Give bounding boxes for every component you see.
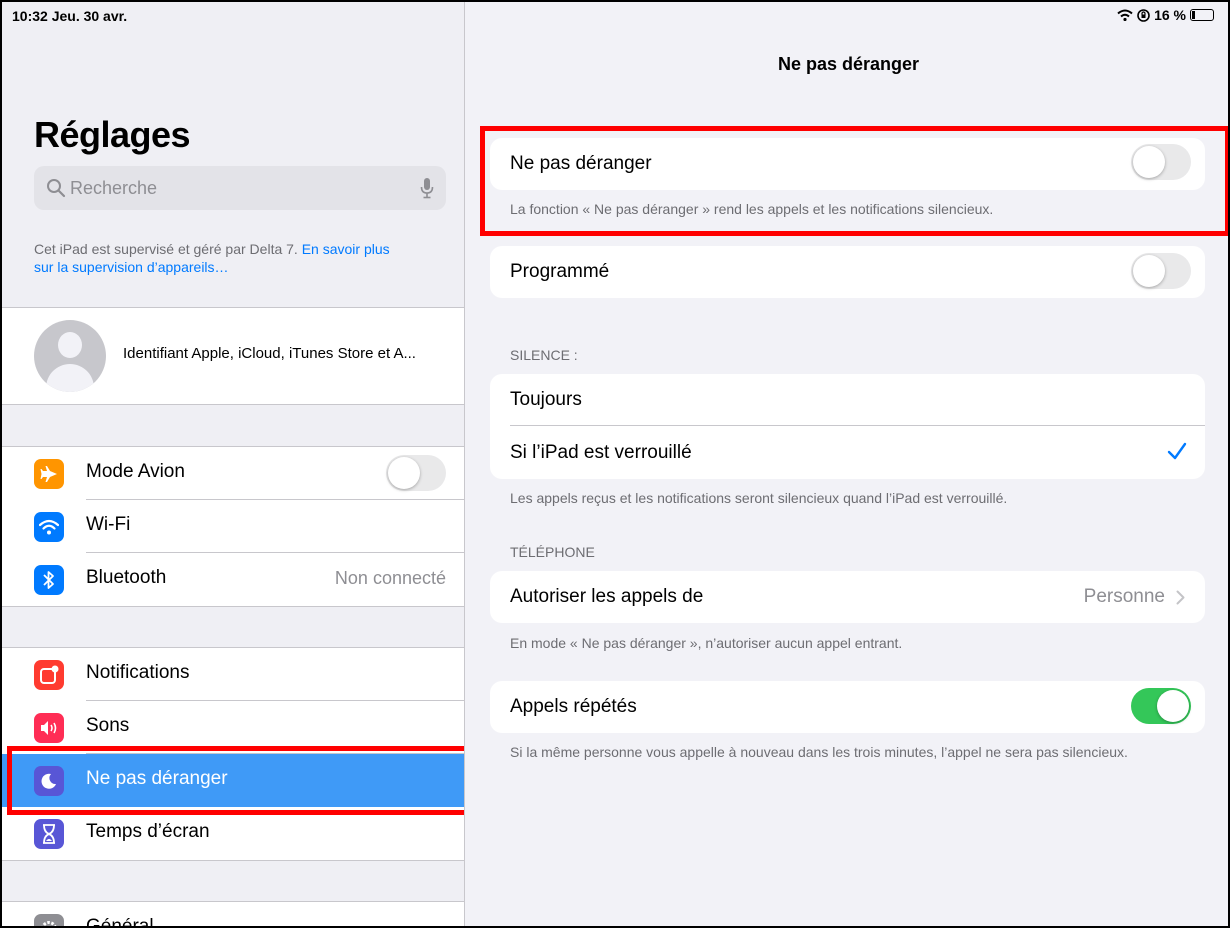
supervision-link[interactable]: En savoir plus — [302, 241, 390, 257]
repeated-calls-row[interactable]: Appels répétés — [490, 681, 1205, 733]
bluetooth-status: Non connecté — [334, 568, 446, 588]
wifi-status-icon — [1117, 9, 1133, 21]
allow-calls-label: Autoriser les appels de — [510, 586, 704, 607]
repeated-calls-toggle[interactable] — [1131, 688, 1191, 724]
bluetooth-icon — [34, 565, 64, 595]
microphone-icon[interactable] — [420, 177, 434, 199]
silence-locked-label: Si l’iPad est verrouillé — [510, 442, 692, 463]
silence-locked-row[interactable]: Si l’iPad est verrouillé — [490, 427, 1205, 479]
orientation-lock-icon — [1137, 8, 1150, 22]
highlight-box-dnd — [480, 126, 1228, 236]
search-icon — [47, 179, 66, 198]
search-placeholder: Recherche — [70, 178, 158, 198]
status-time: 10:32 Jeu. 30 avr. — [12, 8, 128, 24]
allow-calls-note: En mode « Ne pas déranger », n’autoriser… — [510, 635, 903, 651]
connectivity-group: Mode Avion Wi-Fi Bluetooth Non connecté — [2, 446, 464, 607]
sidebar-item-label: Wi-Fi — [86, 514, 131, 535]
sidebar-item-label: Mode Avion — [86, 461, 185, 482]
detail-pane: 16 % Ne pas déranger Ne pas déranger La … — [465, 2, 1228, 926]
battery-icon — [1190, 9, 1214, 21]
scheduled-label: Programmé — [510, 261, 610, 282]
silence-always-label: Toujours — [510, 389, 582, 410]
repeated-note: Si la même personne vous appelle à nouve… — [510, 744, 1128, 760]
apple-id-account-row[interactable]: Identifiant Apple, iCloud, iTunes Store … — [2, 307, 464, 405]
sidebar-item-bluetooth[interactable]: Bluetooth Non connecté — [2, 553, 464, 606]
highlight-box-sidebar — [7, 746, 464, 815]
checkmark-icon — [1167, 442, 1187, 460]
sidebar-item-label: Sons — [86, 715, 130, 736]
battery-percent: 16 % — [1154, 7, 1186, 23]
sidebar-item-general[interactable]: Général — [2, 902, 464, 928]
scheduled-card: Programmé — [490, 246, 1205, 298]
sidebar-item-wifi[interactable]: Wi-Fi — [2, 500, 464, 553]
settings-sidebar: 10:32 Jeu. 30 avr. Réglages Recherche Ce… — [2, 2, 465, 928]
phone-card: Autoriser les appels de Personne — [490, 571, 1205, 623]
scheduled-toggle[interactable] — [1131, 253, 1191, 289]
supervision-note: Cet iPad est supervisé et géré par Delta… — [34, 240, 454, 276]
notifications-icon — [34, 660, 64, 690]
supervision-link-continued[interactable]: sur la supervision d’appareils… — [34, 259, 229, 275]
sidebar-item-label: Temps d’écran — [86, 821, 210, 842]
search-field[interactable]: Recherche — [34, 166, 446, 210]
hourglass-icon — [34, 819, 64, 849]
silence-card: Toujours Si l’iPad est verrouillé — [490, 374, 1205, 479]
avatar — [34, 320, 106, 392]
general-group: Général — [2, 901, 464, 928]
repeated-card: Appels répétés — [490, 681, 1205, 733]
scheduled-row[interactable]: Programmé — [490, 246, 1205, 298]
sidebar-item-label: Notifications — [86, 662, 190, 683]
sidebar-item-notifications[interactable]: Notifications — [2, 648, 464, 701]
repeated-label: Appels répétés — [510, 696, 637, 717]
chevron-right-icon — [1176, 590, 1185, 605]
sidebar-item-label: Bluetooth — [86, 567, 167, 588]
wifi-icon — [34, 512, 64, 542]
silence-note: Les appels reçus et les notifications se… — [510, 490, 1008, 506]
status-indicators: 16 % — [1117, 7, 1214, 23]
airplane-mode-toggle[interactable] — [386, 455, 446, 491]
sidebar-title: Réglages — [34, 114, 191, 155]
sidebar-item-label: Général — [86, 916, 154, 928]
sound-icon — [34, 713, 64, 743]
supervision-text: Cet iPad est supervisé et géré par Delta… — [34, 241, 302, 257]
ipad-screen: 10:32 Jeu. 30 avr. Réglages Recherche Ce… — [0, 0, 1230, 928]
silence-header: SILENCE : — [510, 347, 578, 363]
allow-calls-row[interactable]: Autoriser les appels de Personne — [490, 571, 1205, 623]
gear-icon — [34, 914, 64, 926]
silence-always-row[interactable]: Toujours — [490, 374, 1205, 426]
phone-header: TÉLÉPHONE — [510, 544, 595, 560]
account-label: Identifiant Apple, iCloud, iTunes Store … — [123, 345, 416, 362]
page-title: Ne pas déranger — [777, 54, 920, 74]
allow-calls-value: Personne — [1083, 586, 1165, 607]
sidebar-item-airplane-mode[interactable]: Mode Avion — [2, 447, 464, 500]
airplane-icon — [34, 459, 64, 489]
